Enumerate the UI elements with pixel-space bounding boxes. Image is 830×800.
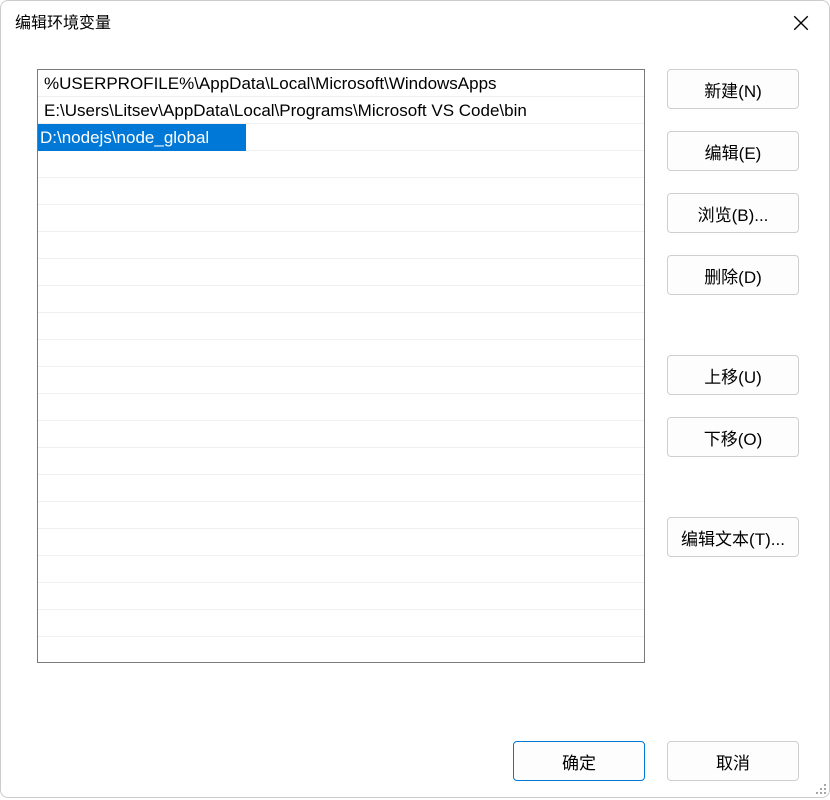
environment-variable-edit-dialog: 编辑环境变量 %USERPROFILE%\AppData\Local\Micro… [0,0,830,798]
list-empty-row[interactable] [38,610,644,637]
list-empty-row[interactable] [38,421,644,448]
list-empty-row[interactable] [38,367,644,394]
content-area: %USERPROFILE%\AppData\Local\Microsoft\Wi… [1,41,829,725]
path-listbox[interactable]: %USERPROFILE%\AppData\Local\Microsoft\Wi… [37,69,645,663]
list-empty-row[interactable] [38,637,644,663]
list-empty-row[interactable] [38,502,644,529]
side-button-column: 新建(N) 编辑(E) 浏览(B)... 删除(D) 上移(U) 下移(O) 编… [667,69,799,725]
new-button[interactable]: 新建(N) [667,69,799,109]
ok-button[interactable]: 确定 [513,741,645,781]
cancel-button[interactable]: 取消 [667,741,799,781]
list-empty-row[interactable] [38,475,644,502]
list-empty-row[interactable] [38,583,644,610]
list-empty-row[interactable] [38,556,644,583]
dialog-title: 编辑环境变量 [15,9,111,33]
edit-text-button[interactable]: 编辑文本(T)... [667,517,799,557]
move-up-button[interactable]: 上移(U) [667,355,799,395]
close-button[interactable] [785,7,817,39]
list-empty-row[interactable] [38,529,644,556]
list-empty-row[interactable] [38,448,644,475]
titlebar: 编辑环境变量 [1,1,829,41]
move-down-button[interactable]: 下移(O) [667,417,799,457]
resize-grip[interactable] [811,779,827,795]
path-edit-input[interactable] [38,124,246,151]
list-empty-row[interactable] [38,394,644,421]
list-item[interactable]: %USERPROFILE%\AppData\Local\Microsoft\Wi… [38,70,644,97]
footer: 确定 取消 [1,725,829,797]
list-empty-row[interactable] [38,259,644,286]
delete-button[interactable]: 删除(D) [667,255,799,295]
list-empty-row[interactable] [38,205,644,232]
list-empty-row[interactable] [38,178,644,205]
list-empty-row[interactable] [38,151,644,178]
resize-grip-icon [811,779,827,795]
list-empty-row[interactable] [38,313,644,340]
list-empty-row[interactable] [38,340,644,367]
browse-button[interactable]: 浏览(B)... [667,193,799,233]
list-empty-row[interactable] [38,286,644,313]
close-icon [792,14,810,32]
edit-button[interactable]: 编辑(E) [667,131,799,171]
list-empty-row[interactable] [38,232,644,259]
list-item[interactable]: E:\Users\Litsev\AppData\Local\Programs\M… [38,97,644,124]
list-item-editing[interactable] [38,124,644,151]
